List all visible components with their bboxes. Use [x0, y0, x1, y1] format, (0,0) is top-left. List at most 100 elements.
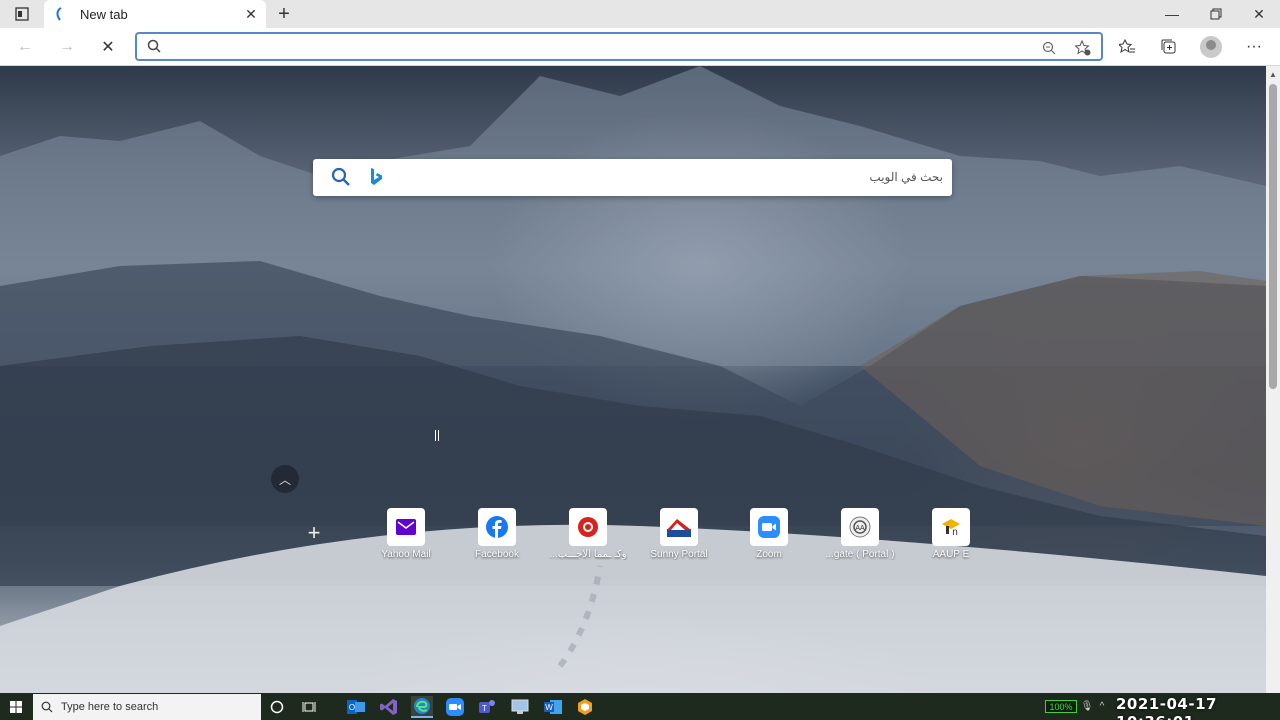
scrollbar-thumb[interactable]: [1269, 84, 1277, 389]
favorites-button[interactable]: [1112, 32, 1142, 62]
quick-link-label: ...وكـ ـمما الاجـــب: [549, 549, 627, 560]
web-search-input[interactable]: [403, 167, 943, 187]
quick-link-label: Facebook: [475, 549, 519, 560]
forward-button[interactable]: →: [52, 32, 82, 62]
address-bar[interactable]: [135, 32, 1103, 61]
quick-link-label: Yahoo Mail: [381, 549, 431, 560]
page-scrollbar[interactable]: ▲: [1266, 66, 1280, 693]
close-icon: ✕: [1253, 5, 1265, 22]
task-view-button[interactable]: [298, 696, 320, 718]
tab-strip: New tab ✕ + — ✕: [0, 0, 1280, 28]
taskbar-outlook[interactable]: O: [345, 696, 367, 718]
tab-close-button[interactable]: ✕: [242, 5, 260, 23]
quick-link-arabic-site[interactable]: ...وكـ ـمما الاجـــب: [548, 507, 628, 567]
stop-x-icon: ✕: [101, 39, 115, 56]
zoom-icon: [750, 508, 788, 546]
toolbar: ← → ✕ ···: [0, 28, 1280, 66]
quick-link-label: Zoom: [756, 549, 782, 560]
outlook-icon: O: [347, 700, 365, 714]
back-button[interactable]: ←: [10, 32, 40, 62]
minimize-icon: —: [1165, 6, 1179, 22]
svg-text:W: W: [545, 703, 553, 712]
teams-icon: T: [479, 700, 495, 713]
quick-link-sunny-portal[interactable]: Sunny Portal: [639, 507, 719, 567]
taskbar-search-placeholder: Type here to search: [61, 701, 159, 713]
chevron-up-icon: ︿: [278, 472, 291, 487]
microphone-tray-icon[interactable]: 🎙: [1081, 700, 1094, 712]
search-icon: [147, 39, 161, 53]
taskbar-zoom[interactable]: [444, 696, 466, 718]
gate-portal-icon: AA: [841, 508, 879, 546]
battery-indicator[interactable]: 100%: [1045, 700, 1077, 713]
red-circle-icon: [569, 508, 607, 546]
tab-new-tab[interactable]: New tab ✕: [44, 0, 266, 28]
tab-actions-icon: [15, 7, 29, 21]
taskbar-app-cube[interactable]: [574, 696, 596, 718]
taskbar-teams[interactable]: T: [476, 696, 498, 718]
new-tab-page: ︿ + Yahoo Mail Facebook ...وكـ ـمما الاج…: [0, 66, 1266, 693]
svg-text:n: n: [952, 527, 958, 537]
task-view-icon: [302, 702, 316, 712]
forward-arrow-icon: →: [59, 38, 75, 55]
restore-icon: [1210, 8, 1222, 20]
chevron-up-tray-icon[interactable]: ^: [1096, 700, 1108, 712]
zoom-out-icon: [1042, 41, 1056, 55]
profile-avatar[interactable]: [1200, 36, 1222, 58]
taskbar-word[interactable]: W: [542, 696, 564, 718]
close-window-button[interactable]: ✕: [1237, 0, 1280, 28]
edge-icon: [414, 698, 430, 714]
collections-icon: [1161, 39, 1176, 54]
scroll-up-arrow-icon[interactable]: ▲: [1269, 70, 1277, 79]
plus-icon: +: [307, 520, 321, 545]
star-add-icon: [1075, 40, 1091, 56]
address-input[interactable]: [171, 37, 1031, 57]
add-quick-link-button[interactable]: +: [303, 520, 325, 545]
text-cursor-icon: [435, 430, 439, 441]
bing-icon[interactable]: [369, 167, 383, 187]
facebook-icon: [478, 508, 516, 546]
edge-favicon-icon: [56, 7, 62, 21]
quick-link-facebook[interactable]: Facebook: [457, 507, 537, 567]
taskbar-visual-studio[interactable]: [378, 696, 400, 718]
collections-button[interactable]: [1154, 32, 1184, 62]
collapse-quick-links-button[interactable]: ︿: [271, 465, 299, 493]
add-favorite-button[interactable]: [1073, 38, 1093, 58]
quick-link-aaup[interactable]: n AAUP E: [911, 507, 991, 567]
quick-link-label: Sunny Portal: [650, 549, 708, 560]
taskbar-clock[interactable]: 2021-04-17 10:36:01: [1116, 695, 1280, 720]
quick-link-gate-portal[interactable]: AA ...gate ( Portal ): [820, 507, 900, 567]
quick-link-zoom[interactable]: Zoom: [729, 507, 809, 567]
settings-more-button[interactable]: ···: [1239, 32, 1269, 62]
zoom-out-button[interactable]: [1039, 38, 1059, 58]
svg-text:O: O: [349, 703, 355, 712]
yahoo-mail-icon: [387, 508, 425, 546]
svg-text:AA: AA: [855, 525, 865, 532]
cortana-circle-icon: [270, 700, 284, 714]
stop-button[interactable]: ✕: [93, 32, 123, 62]
close-icon: ✕: [245, 5, 257, 22]
new-tab-button[interactable]: +: [272, 3, 296, 25]
plus-icon: +: [278, 2, 290, 25]
taskbar-app-monitor[interactable]: [509, 696, 531, 718]
visual-studio-icon: [380, 699, 397, 715]
taskbar-edge[interactable]: [411, 696, 433, 718]
windows-taskbar: Type here to search O T W 100% 🎙 ^ 2021-…: [0, 693, 1280, 720]
cube-app-icon: [578, 699, 592, 715]
quick-link-label: ...gate ( Portal ): [825, 549, 895, 560]
zoom-icon: [446, 698, 464, 716]
aaup-icon: n: [932, 508, 970, 546]
taskbar-search-box[interactable]: Type here to search: [33, 694, 261, 720]
cortana-button[interactable]: [266, 696, 288, 718]
back-arrow-icon: ←: [17, 38, 33, 55]
search-icon: [331, 167, 350, 186]
minimize-button[interactable]: —: [1150, 0, 1194, 28]
tab-title: New tab: [80, 6, 128, 22]
sunny-portal-icon: [660, 508, 698, 546]
web-search-box[interactable]: [313, 159, 952, 196]
favorites-icon: [1119, 39, 1135, 54]
windows-start-icon[interactable]: [6, 698, 26, 716]
tab-actions-button[interactable]: [4, 0, 40, 28]
quick-link-yahoo-mail[interactable]: Yahoo Mail: [366, 507, 446, 567]
maximize-button[interactable]: [1194, 0, 1238, 28]
quick-link-label: AAUP E: [932, 549, 970, 560]
